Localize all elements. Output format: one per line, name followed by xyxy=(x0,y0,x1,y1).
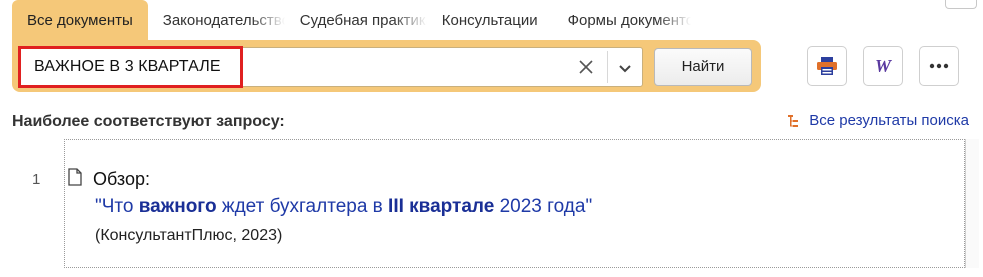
more-button[interactable] xyxy=(919,46,959,86)
word-export-icon: W xyxy=(875,56,893,76)
tab-consultations[interactable]: Консультации xyxy=(427,0,553,40)
result-title-link[interactable]: "Что важного ждет бухгалтера в III кварт… xyxy=(95,196,592,218)
title-text: "Что xyxy=(95,196,139,217)
print-icon xyxy=(817,57,837,75)
tab-legislation[interactable]: Законодательство xyxy=(148,0,285,40)
svg-text:W: W xyxy=(875,56,893,76)
find-button[interactable]: Найти xyxy=(654,48,752,86)
query-highlight-frame xyxy=(18,46,243,88)
title-text: 2023 года" xyxy=(494,196,593,217)
search-divider xyxy=(607,51,608,83)
result-source: (КонсультантПлюс, 2023) xyxy=(95,227,283,244)
title-text: ждет бухгалтера в xyxy=(216,196,389,217)
results-heading: Наиболее соответствуют запросу: xyxy=(12,113,285,130)
app-window: Все документы Законодательство Судебная … xyxy=(0,0,983,277)
all-results-label: Все результаты поиска xyxy=(809,112,969,129)
results-scrollbar[interactable] xyxy=(965,139,979,268)
result-number: 1 xyxy=(32,171,41,188)
clear-icon[interactable] xyxy=(575,56,597,78)
tab-document-forms[interactable]: Формы документов xyxy=(553,0,691,40)
word-export-button[interactable]: W xyxy=(863,46,903,86)
window-corner-button[interactable] xyxy=(945,0,977,9)
result-type-label: Обзор: xyxy=(93,169,150,189)
chevron-down-icon[interactable] xyxy=(614,57,636,79)
more-icon xyxy=(929,63,949,69)
all-results-link[interactable]: Все результаты поиска xyxy=(787,112,969,129)
tab-bar: Все документы Законодательство Судебная … xyxy=(12,0,691,40)
tab-all-documents[interactable]: Все документы xyxy=(12,0,148,40)
title-match-highlight: III квартале xyxy=(388,196,495,217)
tree-list-icon xyxy=(788,114,799,127)
document-icon xyxy=(68,168,82,186)
print-button[interactable] xyxy=(807,46,847,86)
title-match-highlight: важного xyxy=(138,196,217,217)
tab-court-practice[interactable]: Судебная практика xyxy=(285,0,427,40)
